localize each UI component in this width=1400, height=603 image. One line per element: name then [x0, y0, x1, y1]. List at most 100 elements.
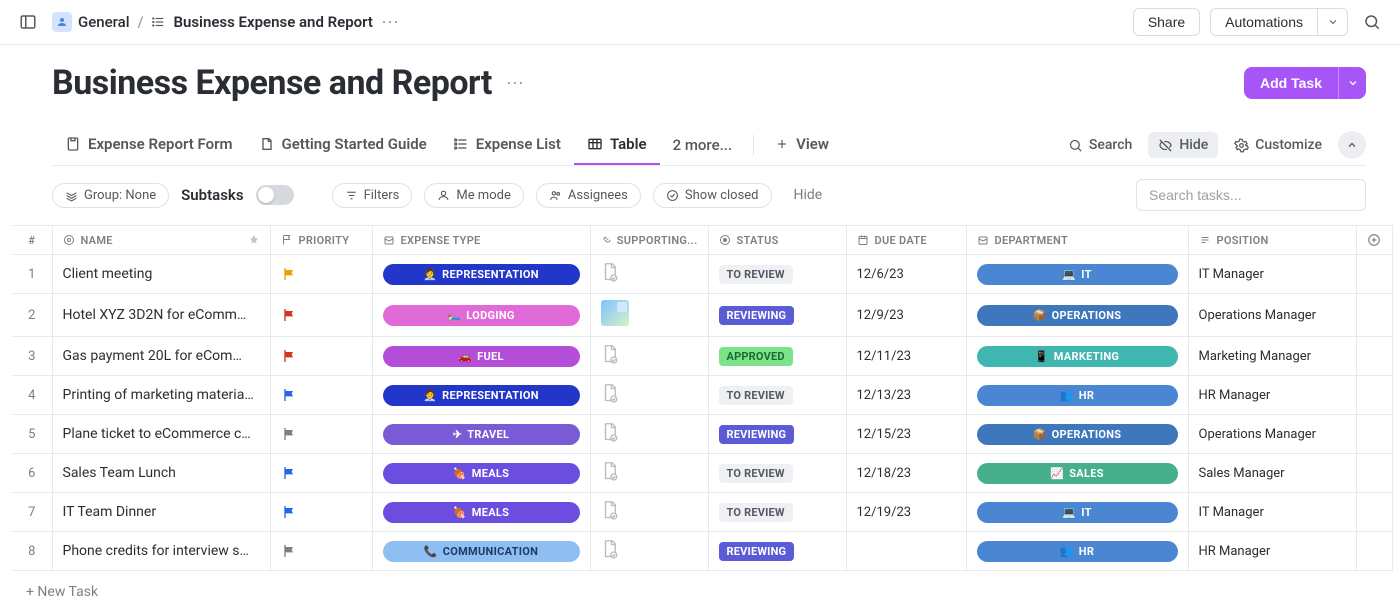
col-number[interactable]: #: [12, 226, 52, 255]
global-search-icon[interactable]: [1358, 8, 1386, 36]
expense-type-cell[interactable]: 🚗FUEL: [372, 337, 590, 376]
task-name[interactable]: IT Team Dinner: [52, 493, 270, 532]
due-date-cell[interactable]: 12/19/23: [846, 493, 966, 532]
add-view-button[interactable]: View: [762, 125, 842, 165]
col-priority[interactable]: PRIORITY: [270, 226, 372, 255]
status-cell[interactable]: REVIEWING: [708, 294, 846, 337]
expense-type-cell[interactable]: 📞COMMUNICATION: [372, 532, 590, 571]
priority-cell[interactable]: [270, 294, 372, 337]
due-date-cell[interactable]: 12/15/23: [846, 415, 966, 454]
subtasks-toggle[interactable]: [256, 185, 294, 205]
table-row[interactable]: 1Client meeting🧑‍💼REPRESENTATIONTO REVIE…: [12, 255, 1392, 294]
task-name[interactable]: Plane ticket to eCommerce c…: [52, 415, 270, 454]
document-icon[interactable]: [601, 343, 619, 365]
tab-getting-started-guide[interactable]: Getting Started Guide: [246, 125, 440, 165]
department-cell[interactable]: 💻IT: [966, 255, 1188, 294]
pin-icon[interactable]: [248, 234, 260, 246]
priority-cell[interactable]: [270, 493, 372, 532]
col-name[interactable]: NAME: [52, 226, 270, 255]
department-cell[interactable]: 📈SALES: [966, 454, 1188, 493]
automations-button[interactable]: Automations: [1210, 8, 1318, 36]
supporting-cell[interactable]: [590, 376, 708, 415]
add-task-caret[interactable]: [1338, 67, 1366, 99]
supporting-cell[interactable]: [590, 532, 708, 571]
position-cell[interactable]: Operations Manager: [1188, 415, 1356, 454]
priority-cell[interactable]: [270, 532, 372, 571]
table-row[interactable]: 6Sales Team Lunch🍖MEALSTO REVIEW12/18/23…: [12, 454, 1392, 493]
breadcrumb-page[interactable]: Business Expense and Report: [173, 13, 373, 31]
status-cell[interactable]: APPROVED: [708, 337, 846, 376]
tab-more[interactable]: 2 more...: [660, 126, 746, 164]
task-name[interactable]: Client meeting: [52, 255, 270, 294]
assignees-chip[interactable]: Assignees: [536, 183, 641, 208]
due-date-cell[interactable]: 12/13/23: [846, 376, 966, 415]
document-icon[interactable]: [601, 421, 619, 443]
add-task-button[interactable]: Add Task: [1244, 67, 1338, 99]
department-cell[interactable]: 💻IT: [966, 493, 1188, 532]
status-cell[interactable]: TO REVIEW: [708, 376, 846, 415]
due-date-cell[interactable]: 12/18/23: [846, 454, 966, 493]
priority-cell[interactable]: [270, 454, 372, 493]
table-row[interactable]: 3Gas payment 20L for eCom…🚗FUELAPPROVED1…: [12, 337, 1392, 376]
task-name[interactable]: Gas payment 20L for eCom…: [52, 337, 270, 376]
department-cell[interactable]: 📱MARKETING: [966, 337, 1188, 376]
show-closed-chip[interactable]: Show closed: [653, 183, 772, 208]
share-button[interactable]: Share: [1133, 8, 1200, 36]
position-cell[interactable]: HR Manager: [1188, 532, 1356, 571]
document-icon[interactable]: [601, 261, 619, 283]
toolbar-hide[interactable]: Hide: [1148, 132, 1218, 158]
col-position[interactable]: POSITION: [1188, 226, 1356, 255]
title-more-icon[interactable]: ⋯: [506, 73, 524, 94]
me-mode-chip[interactable]: Me mode: [424, 183, 524, 208]
due-date-cell[interactable]: 12/6/23: [846, 255, 966, 294]
tab-table[interactable]: Table: [574, 125, 660, 165]
task-name[interactable]: Printing of marketing materia…: [52, 376, 270, 415]
status-cell[interactable]: REVIEWING: [708, 415, 846, 454]
position-cell[interactable]: Marketing Manager: [1188, 337, 1356, 376]
supporting-cell[interactable]: [590, 493, 708, 532]
department-cell[interactable]: 📦OPERATIONS: [966, 294, 1188, 337]
priority-cell[interactable]: [270, 255, 372, 294]
due-date-cell[interactable]: 12/11/23: [846, 337, 966, 376]
table-row[interactable]: 7IT Team Dinner🍖MEALSTO REVIEW12/19/23💻I…: [12, 493, 1392, 532]
position-cell[interactable]: IT Manager: [1188, 493, 1356, 532]
expense-type-cell[interactable]: 🍖MEALS: [372, 493, 590, 532]
status-cell[interactable]: TO REVIEW: [708, 255, 846, 294]
tab-expense-list[interactable]: Expense List: [440, 125, 574, 165]
status-cell[interactable]: REVIEWING: [708, 532, 846, 571]
hide-link[interactable]: Hide: [794, 187, 823, 203]
toolbar-search[interactable]: Search: [1058, 132, 1142, 158]
group-chip[interactable]: Group: None: [52, 183, 169, 208]
task-name[interactable]: Sales Team Lunch: [52, 454, 270, 493]
supporting-cell[interactable]: [590, 454, 708, 493]
department-cell[interactable]: 👥HR: [966, 532, 1188, 571]
page-title[interactable]: Business Expense and Report: [52, 63, 492, 103]
expense-type-cell[interactable]: 🧑‍💼REPRESENTATION: [372, 255, 590, 294]
status-cell[interactable]: TO REVIEW: [708, 493, 846, 532]
task-name[interactable]: Hotel XYZ 3D2N for eComm…: [52, 294, 270, 337]
automations-caret[interactable]: [1318, 8, 1348, 36]
col-supporting[interactable]: SUPPORTING...: [590, 226, 708, 255]
position-cell[interactable]: IT Manager: [1188, 255, 1356, 294]
expense-type-cell[interactable]: ✈TRAVEL: [372, 415, 590, 454]
supporting-cell[interactable]: [590, 255, 708, 294]
supporting-cell[interactable]: [590, 415, 708, 454]
table-row[interactable]: 2Hotel XYZ 3D2N for eComm…🛏️LODGINGREVIE…: [12, 294, 1392, 337]
table-row[interactable]: 8Phone credits for interview s…📞COMMUNIC…: [12, 532, 1392, 571]
breadcrumb-more-icon[interactable]: ⋯: [381, 12, 399, 33]
col-add[interactable]: [1356, 226, 1392, 255]
attachment-thumb[interactable]: [601, 300, 629, 326]
expense-type-cell[interactable]: 🍖MEALS: [372, 454, 590, 493]
supporting-cell[interactable]: [590, 337, 708, 376]
table-row[interactable]: 4Printing of marketing materia…🧑‍💼REPRES…: [12, 376, 1392, 415]
position-cell[interactable]: Sales Manager: [1188, 454, 1356, 493]
new-task-button[interactable]: + New Task: [12, 571, 1366, 603]
supporting-cell[interactable]: [590, 294, 708, 337]
status-cell[interactable]: TO REVIEW: [708, 454, 846, 493]
col-department[interactable]: DEPARTMENT: [966, 226, 1188, 255]
task-name[interactable]: Phone credits for interview s…: [52, 532, 270, 571]
document-icon[interactable]: [601, 382, 619, 404]
priority-cell[interactable]: [270, 376, 372, 415]
toolbar-customize[interactable]: Customize: [1224, 132, 1332, 158]
col-status[interactable]: STATUS: [708, 226, 846, 255]
